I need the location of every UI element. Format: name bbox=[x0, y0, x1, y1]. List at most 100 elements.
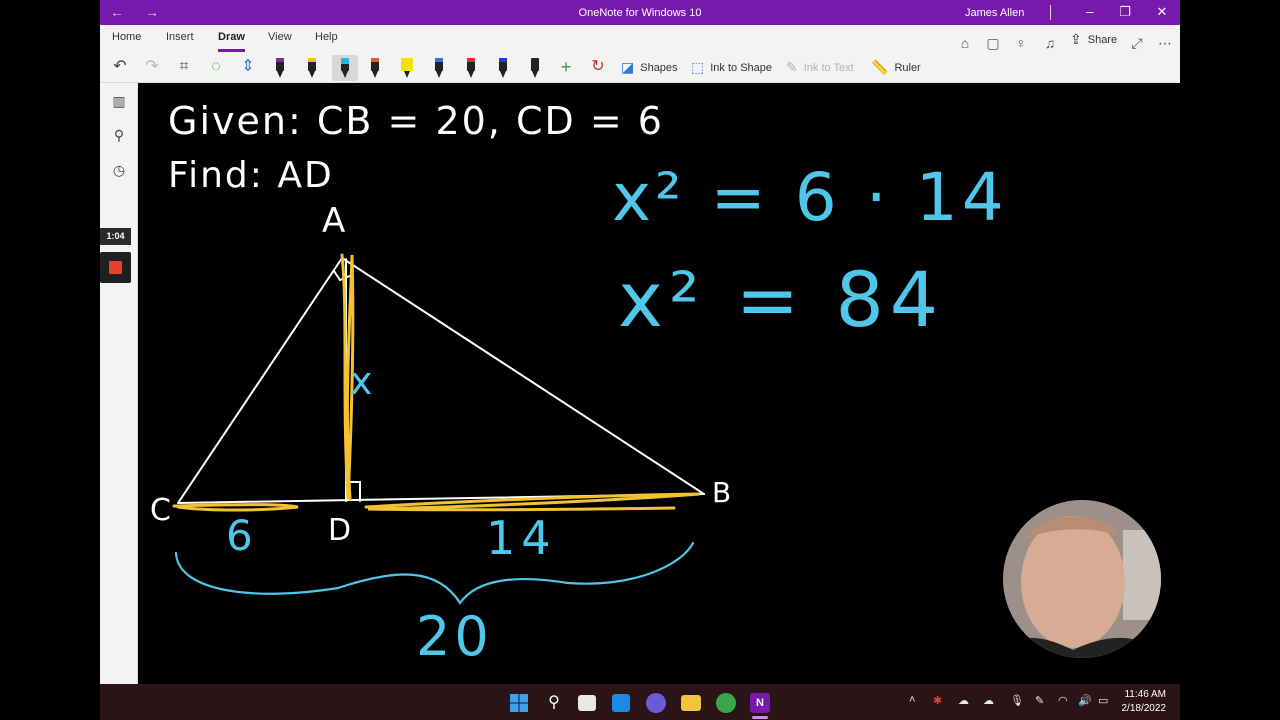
task-view-icon[interactable] bbox=[578, 695, 596, 711]
pen-tip bbox=[404, 71, 410, 78]
pen-color-swatch bbox=[371, 58, 379, 62]
pen-color-swatch bbox=[276, 58, 284, 62]
highlighter-yellow[interactable] bbox=[398, 55, 416, 81]
add-space-icon[interactable]: ⇕ bbox=[236, 55, 260, 81]
stop-icon bbox=[109, 261, 122, 274]
find-text: Find: AD bbox=[168, 155, 334, 196]
ruler-label: Ruler bbox=[894, 61, 921, 74]
wifi-icon[interactable]: ◠ bbox=[1058, 694, 1068, 707]
letterbox-right bbox=[1180, 0, 1280, 720]
pen-black[interactable] bbox=[526, 55, 544, 81]
clock-date: 2/18/2022 bbox=[1121, 703, 1167, 714]
volume-icon[interactable]: 🔊 bbox=[1078, 694, 1092, 707]
navigation-panel: ▥ ⚲ ◷ bbox=[100, 83, 138, 684]
search-icon[interactable]: ⚲ bbox=[543, 692, 565, 714]
pen-color-swatch bbox=[499, 58, 507, 62]
recent-clock-icon[interactable]: ◷ bbox=[109, 160, 129, 180]
file-explorer-icon[interactable] bbox=[681, 695, 701, 711]
lightbulb-icon[interactable]: ♀ bbox=[1011, 33, 1031, 53]
app-tray-icon[interactable]: ✱ bbox=[933, 694, 942, 707]
tab-view[interactable]: View bbox=[268, 31, 292, 43]
onedrive-sync-icon[interactable]: ☁ bbox=[983, 694, 994, 707]
battery-icon[interactable]: ▭ bbox=[1098, 694, 1108, 707]
minimize-icon[interactable]: – bbox=[1083, 4, 1097, 19]
ribbon: Home Insert Draw View Help ⌂ ▢ ♀ ♫ ⇪ Sha… bbox=[100, 25, 1180, 83]
fullscreen-icon[interactable]: ⤢ bbox=[1127, 33, 1147, 53]
ink-to-text-label: Ink to Text bbox=[803, 61, 854, 74]
teams-chat-icon[interactable] bbox=[646, 693, 666, 713]
side-ca bbox=[177, 257, 343, 504]
search-icon[interactable]: ⚲ bbox=[109, 125, 129, 145]
pen-color-swatch bbox=[435, 58, 443, 62]
brace-cb bbox=[174, 541, 695, 605]
vertex-d-label: D bbox=[328, 513, 352, 548]
pen-yellow[interactable] bbox=[303, 55, 321, 81]
title-bar: ← → OneNote for Windows 10 James Allen –… bbox=[100, 0, 1180, 25]
stop-recording-button[interactable] bbox=[100, 252, 131, 283]
pen-rainbow[interactable] bbox=[462, 55, 480, 81]
onedrive-cloud-icon[interactable]: ☁ bbox=[958, 694, 969, 707]
equation-1: x² = 6 · 14 bbox=[612, 159, 1008, 236]
pen-tip bbox=[309, 71, 315, 78]
restore-icon[interactable]: ❐ bbox=[1118, 4, 1132, 20]
microphone-icon[interactable]: 🎙 bbox=[1010, 694, 1024, 707]
shapes-button[interactable]: ◪ Shapes bbox=[621, 59, 678, 76]
show-hidden-icons-icon[interactable]: ˄ bbox=[909, 694, 915, 706]
ruler-button[interactable]: 📏 Ruler bbox=[871, 59, 921, 76]
onenote-app-icon[interactable]: N bbox=[750, 693, 770, 713]
windows-logo bbox=[510, 694, 528, 712]
tab-draw[interactable]: Draw bbox=[218, 31, 245, 52]
widgets-icon[interactable] bbox=[612, 694, 630, 712]
ink-to-shape-icon: ⬚ bbox=[691, 59, 705, 75]
bell-icon[interactable]: ♫ bbox=[1040, 33, 1060, 53]
tab-home[interactable]: Home bbox=[112, 31, 141, 43]
tab-insert[interactable]: Insert bbox=[166, 31, 194, 43]
clock-time: 11:46 AM bbox=[1124, 689, 1166, 700]
webcam-overlay bbox=[1003, 500, 1161, 658]
given-text: Given: CB = 20, CD = 6 bbox=[168, 99, 664, 143]
close-icon[interactable]: ✕ bbox=[1155, 4, 1169, 20]
pen-tip bbox=[500, 71, 506, 78]
presenter-face bbox=[1021, 516, 1125, 648]
equation-2: x² = 84 bbox=[618, 255, 945, 344]
share-label: Share bbox=[1087, 33, 1118, 46]
share-button[interactable]: ⇪ Share bbox=[1070, 31, 1117, 48]
segment-cb-length: 20 bbox=[416, 605, 493, 668]
segment-cd-highlight bbox=[172, 503, 299, 512]
user-name[interactable]: James Allen bbox=[965, 7, 1024, 19]
add-pen-icon[interactable]: + bbox=[554, 55, 578, 81]
notebooks-icon[interactable]: ▥ bbox=[109, 91, 129, 111]
tab-help[interactable]: Help bbox=[315, 31, 338, 43]
presenter-video bbox=[1003, 500, 1161, 658]
pen-color-swatch bbox=[308, 58, 316, 62]
pen-tip bbox=[532, 71, 538, 78]
pen-navy[interactable] bbox=[494, 55, 512, 81]
immersive-reader-icon[interactable]: ⌂ bbox=[955, 33, 975, 53]
system-clock[interactable]: 11:46 AM 2/18/2022 bbox=[1114, 688, 1167, 716]
chrome-icon[interactable] bbox=[716, 693, 736, 713]
pen-purple[interactable] bbox=[271, 55, 289, 81]
letterbox-left bbox=[0, 0, 100, 720]
lasso-icon[interactable]: ◌ bbox=[204, 55, 228, 81]
taskbar: ⚲ N ˄ ✱ ☁ ☁ 🎙 ✎ ◠ 🔊 ▭ 11:46 AM 2/18/2022 bbox=[100, 684, 1180, 720]
ruler-icon: 📏 bbox=[871, 59, 889, 75]
pen-orange[interactable] bbox=[366, 55, 384, 81]
pen-blue-selected[interactable] bbox=[332, 55, 358, 81]
pen-menu-icon[interactable]: ✎ bbox=[1035, 694, 1044, 707]
pen-blue[interactable] bbox=[430, 55, 448, 81]
shapes-label: Shapes bbox=[640, 61, 678, 74]
ink-to-shape-button[interactable]: ⬚ Ink to Shape bbox=[691, 59, 772, 76]
pen-tip bbox=[342, 71, 348, 78]
active-app-indicator bbox=[752, 716, 768, 719]
windows-start-icon[interactable] bbox=[508, 692, 530, 714]
lasso-select-icon[interactable]: ⌗ bbox=[172, 55, 196, 81]
pen-color-swatch bbox=[467, 58, 475, 62]
ink-replay-icon[interactable]: ↻ bbox=[586, 55, 610, 81]
pen-barrel bbox=[531, 58, 539, 71]
page-view-icon[interactable]: ▢ bbox=[983, 33, 1003, 53]
undo-icon[interactable]: ↶ bbox=[108, 55, 132, 81]
segment-db-length: 14 bbox=[486, 511, 557, 565]
altitude-x-label: x bbox=[350, 359, 373, 403]
pen-tip bbox=[372, 71, 378, 78]
more-options-icon[interactable]: ⋯ bbox=[1155, 33, 1175, 53]
